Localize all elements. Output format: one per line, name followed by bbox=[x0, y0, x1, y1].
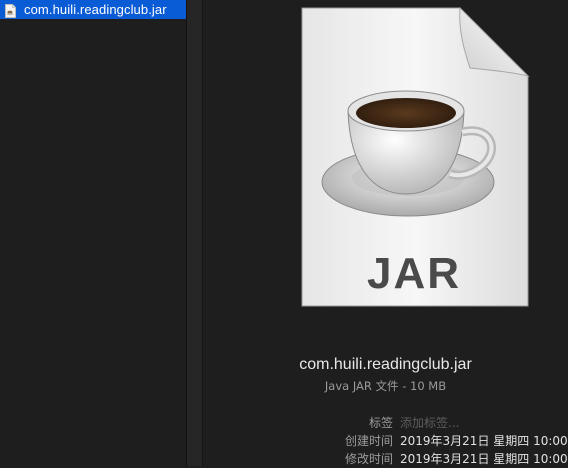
file-name: com.huili.readingclub.jar bbox=[24, 2, 167, 17]
preview-pane: JAR com.huili.readingclub.jar Java JAR 文… bbox=[203, 0, 568, 466]
modified-value: 2019年3月21日 星期四 10:00 bbox=[400, 452, 568, 466]
metadata-list: 标签 添加标签... 创建时间 2019年3月21日 星期四 10:00 修改时… bbox=[203, 414, 568, 468]
created-value: 2019年3月21日 星期四 10:00 bbox=[400, 434, 568, 448]
jar-file-icon bbox=[5, 3, 16, 18]
column-divider[interactable] bbox=[187, 0, 203, 466]
file-list-item-selected[interactable]: com.huili.readingclub.jar bbox=[0, 0, 186, 19]
preview-file-kind: Java JAR 文件 - 10 MB bbox=[324, 379, 447, 393]
tags-field[interactable]: 添加标签... bbox=[400, 414, 459, 432]
preview-file-name: com.huili.readingclub.jar bbox=[299, 356, 472, 373]
tags-label: 标签 bbox=[368, 416, 393, 430]
created-row: 创建时间 2019年3月21日 星期四 10:00 bbox=[203, 432, 568, 450]
modified-row: 修改时间 2019年3月21日 星期四 10:00 bbox=[203, 450, 568, 468]
jar-caption: JAR bbox=[366, 249, 462, 298]
file-list-column: com.huili.readingclub.jar bbox=[0, 0, 187, 466]
tags-row: 标签 添加标签... bbox=[203, 414, 568, 432]
created-label: 创建时间 bbox=[344, 434, 393, 448]
jar-file-icon: JAR bbox=[298, 6, 530, 308]
modified-label: 修改时间 bbox=[344, 452, 393, 466]
